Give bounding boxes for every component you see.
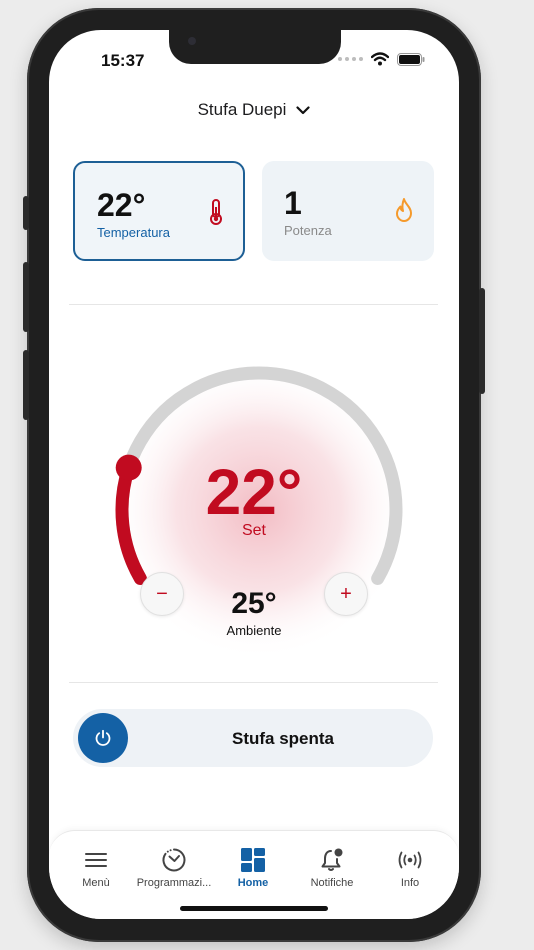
bell-icon	[321, 848, 343, 871]
home-grid-icon	[241, 848, 265, 872]
status-icons	[338, 52, 425, 66]
phone-volume-down	[23, 350, 29, 420]
power-level-label: Potenza	[284, 223, 332, 238]
temperature-value: 22°	[97, 187, 146, 223]
chevron-down-icon	[296, 105, 311, 114]
tab-schedule[interactable]: Programmazi...	[134, 845, 214, 889]
power-icon	[95, 729, 111, 746]
tab-info[interactable]: Info	[370, 845, 450, 889]
device-selector[interactable]: Stufa Duepi	[49, 100, 459, 120]
stove-status-label: Stufa spenta	[231, 729, 335, 748]
phone-side-button	[23, 196, 29, 230]
battery-icon	[397, 52, 425, 66]
home-indicator	[180, 906, 328, 911]
wifi-icon	[371, 52, 389, 66]
tab-info-label: Info	[400, 877, 420, 889]
phone-volume-up	[23, 262, 29, 332]
device-name: Stufa Duepi	[197, 100, 287, 119]
status-time: 15:37	[101, 51, 145, 70]
tab-notifications-label: Notifiche	[310, 877, 354, 889]
tab-menu[interactable]: Menù	[56, 845, 136, 889]
divider	[69, 682, 438, 683]
set-temperature-label: Set	[241, 522, 266, 539]
power-button[interactable]	[78, 713, 128, 763]
thermometer-icon	[209, 199, 223, 230]
schedule-icon	[162, 848, 186, 872]
app-screen: 15:37 Stufa Duepi 22° Temperatura 1 Pote…	[49, 30, 459, 919]
ambient-temperature-value: 25°	[231, 587, 277, 620]
flame-icon	[394, 197, 414, 228]
signal-dots-icon	[338, 57, 363, 61]
tab-schedule-label: Programmazi...	[136, 877, 212, 889]
tab-home-label: Home	[237, 877, 269, 889]
tab-home[interactable]: Home	[213, 845, 293, 889]
ambient-temperature-label: Ambiente	[226, 623, 282, 638]
menu-icon	[85, 853, 107, 867]
phone-power-button	[479, 288, 485, 394]
camera	[188, 37, 196, 45]
power-level-card[interactable]: 1 Potenza	[262, 161, 434, 261]
set-temperature-value: 22°	[205, 456, 303, 528]
temperature-card[interactable]: 22° Temperatura	[73, 161, 245, 261]
tab-notifications[interactable]: Notifiche	[292, 845, 372, 889]
broadcast-icon	[398, 851, 422, 869]
stove-power-toggle[interactable]: Stufa spenta	[73, 709, 433, 767]
temperature-label: Temperatura	[97, 225, 170, 240]
tab-menu-label: Menù	[82, 877, 110, 889]
power-level-value: 1	[284, 185, 302, 221]
divider	[69, 304, 438, 305]
notch	[169, 30, 341, 64]
